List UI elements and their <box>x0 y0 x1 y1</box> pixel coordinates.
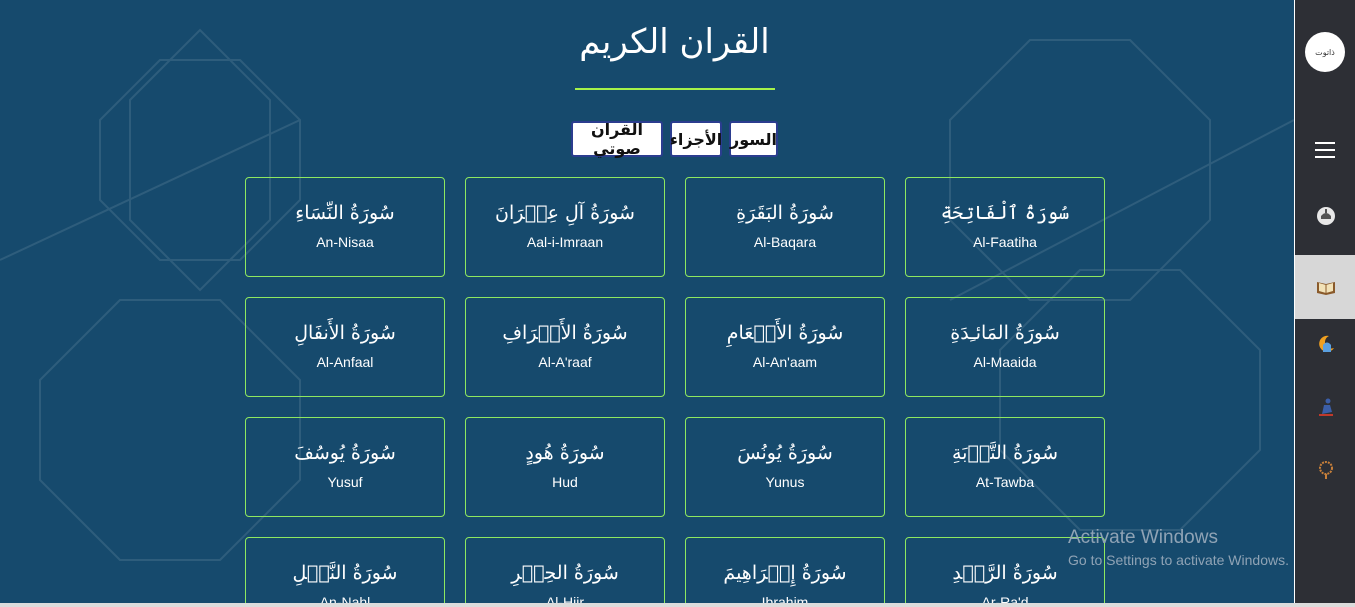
sidebar-item-prayer-times[interactable] <box>1295 312 1355 376</box>
prayer-beads-icon <box>1318 461 1333 479</box>
surah-arabic-name: سُورَةُ المَائـِدَةِ <box>950 322 1060 344</box>
surah-arabic-name: سُورَةُ الأَنۡعَامِ <box>726 322 844 344</box>
main-content: القران الكريم القران صوتي الأجزاء السور … <box>0 0 1294 607</box>
activate-windows-watermark: Activate Windows Go to Settings to activ… <box>1068 527 1289 568</box>
sidebar-item-quran[interactable] <box>1295 255 1355 319</box>
tab-audio-quran[interactable]: القران صوتي <box>571 120 663 158</box>
surah-arabic-name: سُورَةُ النِّسَاءِ <box>295 202 395 224</box>
surah-card[interactable]: سُورَةُ ٱلْفَاتِحَةِ Al-Faatiha <box>905 177 1105 277</box>
bottom-scrollbar[interactable] <box>0 603 1355 607</box>
surah-arabic-name: سُورَةُ ٱلْفَاتِحَةِ <box>940 202 1070 224</box>
surah-card[interactable]: سُورَةُ يُوسُفَ Yusuf <box>245 417 445 517</box>
surah-card[interactable]: سُورَةُ الأَعۡرَافِ Al-A'raaf <box>465 297 665 397</box>
menu-toggle-icon[interactable] <box>1315 142 1335 160</box>
quran-book-icon <box>1316 282 1335 295</box>
watermark-subtitle: Go to Settings to activate Windows. <box>1068 552 1289 568</box>
surah-arabic-name: سُورَةُ يُونُسَ <box>737 442 833 464</box>
sidebar-item-mosque[interactable] <box>1295 184 1355 248</box>
crescent-mosque-icon <box>1318 335 1334 352</box>
surah-card[interactable]: سُورَةُ آلِ عِمۡرَانَ Aal-i-Imraan <box>465 177 665 277</box>
surah-arabic-name: سُورَةُ البَقَرَةِ <box>736 202 834 224</box>
watermark-title: Activate Windows <box>1068 527 1218 548</box>
surah-arabic-name: سُورَةُ النَّحۡلِ <box>292 562 398 584</box>
surah-english-name: Hud <box>552 474 578 490</box>
page-title: القران الكريم <box>579 22 770 62</box>
site-logo[interactable]: ذاتوت <box>1305 32 1345 72</box>
surah-card[interactable]: سُورَةُ التَّوۡبَةِ At-Tawba <box>905 417 1105 517</box>
surah-arabic-name: سُورَةُ إِبۡرَاهِيمَ <box>723 562 847 584</box>
praying-person-icon <box>1318 398 1333 416</box>
surah-english-name: Yusuf <box>327 474 363 490</box>
surah-arabic-name: سُورَةُ الأَعۡرَافِ <box>502 322 628 344</box>
surah-arabic-name: سُورَةُ التَّوۡبَةِ <box>952 442 1058 464</box>
category-tabs: القران صوتي الأجزاء السور <box>571 120 778 158</box>
surah-card[interactable]: سُورَةُ يُونُسَ Yunus <box>685 417 885 517</box>
surah-english-name: Al-Maaida <box>973 354 1037 370</box>
surah-card[interactable]: سُورَةُ الأَنفَالِ Al-Anfaal <box>245 297 445 397</box>
surah-english-name: An-Nisaa <box>316 234 374 250</box>
surah-english-name: Al-A'raaf <box>538 354 592 370</box>
tab-surahs[interactable]: السور <box>729 121 778 157</box>
surah-arabic-name: سُورَةُ الأَنفَالِ <box>294 322 396 344</box>
surah-arabic-name: سُورَةُ الحِجۡرِ <box>511 562 619 584</box>
surah-english-name: Al-Anfaal <box>316 354 374 370</box>
surah-card[interactable]: سُورَةُ إِبۡرَاهِيمَ Ibrahim <box>685 537 885 607</box>
surah-card[interactable]: سُورَةُ الأَنۡعَامِ Al-An'aam <box>685 297 885 397</box>
surah-card[interactable]: سُورَةُ هُودٍ Hud <box>465 417 665 517</box>
surah-arabic-name: سُورَةُ آلِ عِمۡرَانَ <box>495 202 635 224</box>
surah-arabic-name: سُورَةُ هُودٍ <box>525 442 605 464</box>
surah-card[interactable]: سُورَةُ المَائـِدَةِ Al-Maaida <box>905 297 1105 397</box>
sidebar: ذاتوت <box>1294 0 1355 607</box>
surah-english-name: Aal-i-Imraan <box>526 234 604 250</box>
surah-grid: سُورَةُ ٱلْفَاتِحَةِ Al-Faatiha سُورَةُ ا… <box>245 177 1105 607</box>
tab-juz[interactable]: الأجزاء <box>670 121 722 157</box>
surah-card[interactable]: سُورَةُ الحِجۡرِ Al-Hijr <box>465 537 665 607</box>
surah-english-name: Al-An'aam <box>752 354 818 370</box>
surah-card[interactable]: سُورَةُ النَّحۡلِ An-Nahl <box>245 537 445 607</box>
surah-card[interactable]: سُورَةُ النِّسَاءِ An-Nisaa <box>245 177 445 277</box>
title-underline <box>575 88 775 90</box>
surah-arabic-name: سُورَةُ الرَّعۡدِ <box>952 562 1058 584</box>
surah-english-name: Al-Baqara <box>753 234 817 250</box>
surah-english-name: At-Tawba <box>975 474 1035 490</box>
surah-card[interactable]: سُورَةُ البَقَرَةِ Al-Baqara <box>685 177 885 277</box>
surah-arabic-name: سُورَةُ يُوسُفَ <box>294 442 396 464</box>
sidebar-item-tasbih[interactable] <box>1295 438 1355 502</box>
mosque-badge-icon <box>1316 207 1335 225</box>
surah-english-name: Yunus <box>765 474 805 490</box>
surah-english-name: Al-Faatiha <box>973 234 1037 250</box>
sidebar-item-prayer[interactable] <box>1295 375 1355 439</box>
